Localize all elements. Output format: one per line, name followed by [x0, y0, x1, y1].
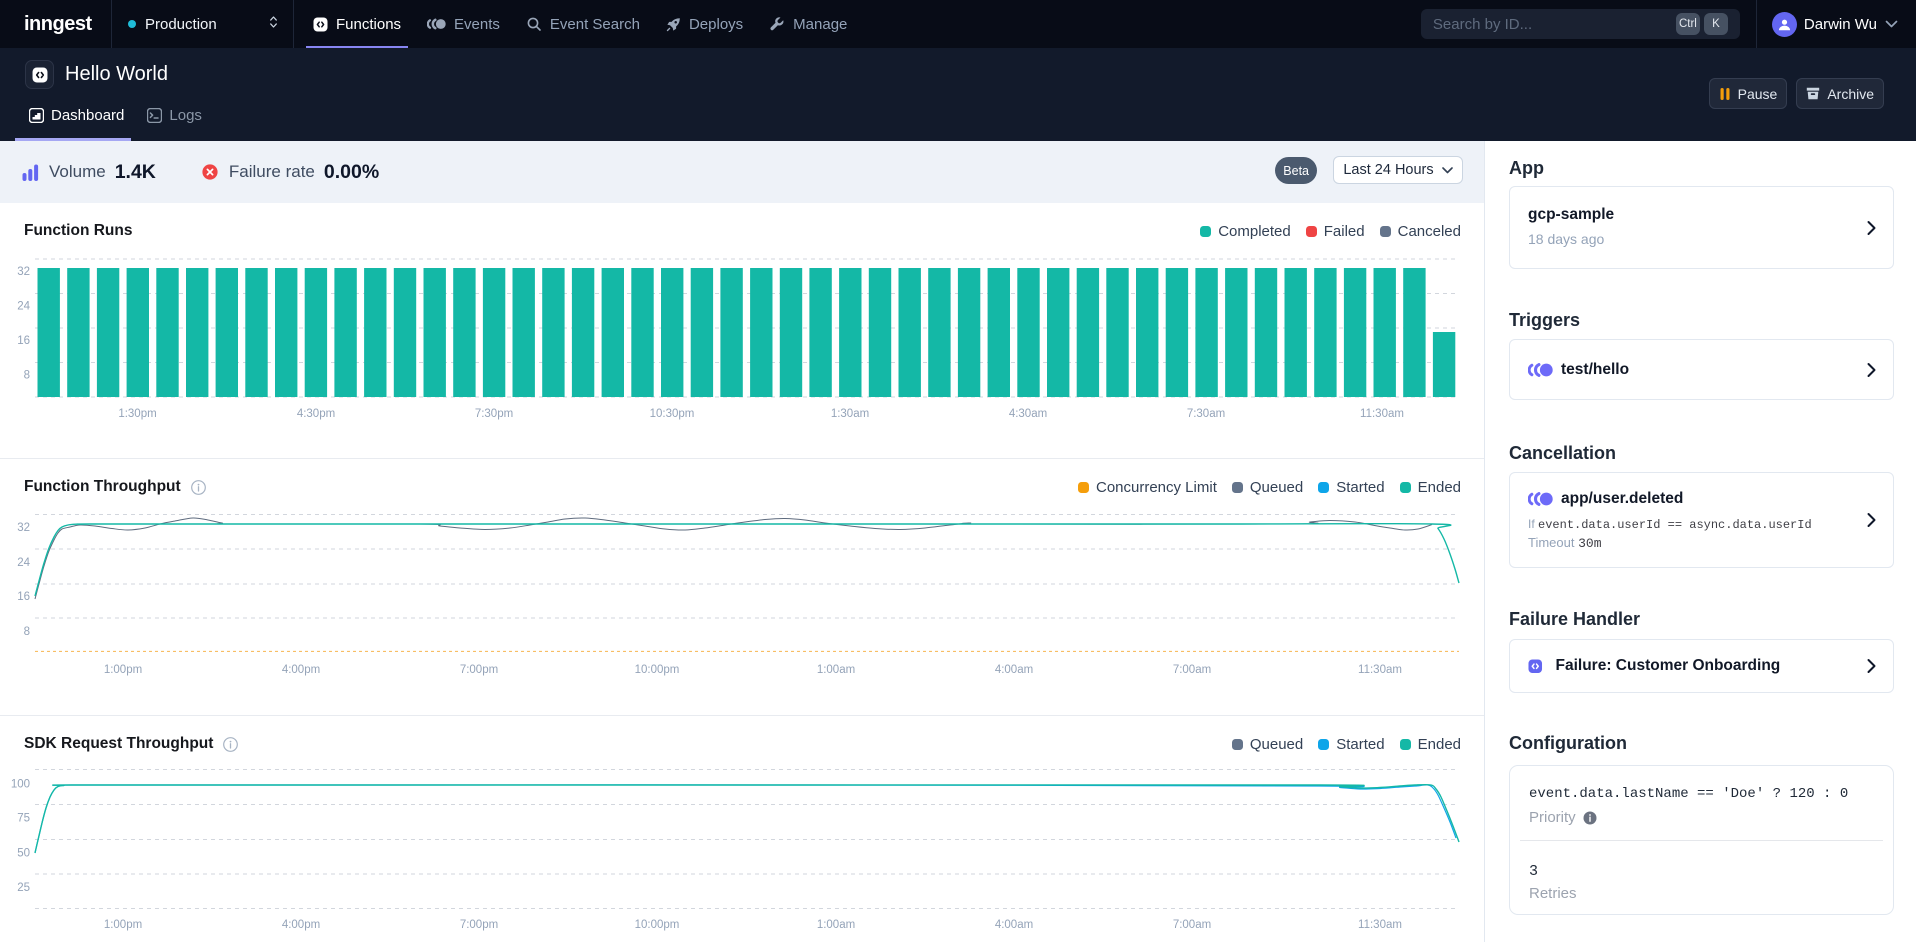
svg-text:10:00pm: 10:00pm — [635, 919, 680, 931]
svg-text:8: 8 — [24, 626, 30, 638]
svg-text:10:00pm: 10:00pm — [635, 664, 680, 676]
svg-text:7:00am: 7:00am — [1173, 919, 1211, 931]
svg-text:8: 8 — [24, 370, 30, 382]
svg-text:32: 32 — [17, 522, 30, 534]
svg-text:4:00pm: 4:00pm — [282, 919, 320, 931]
svg-text:7:30pm: 7:30pm — [475, 408, 513, 420]
svg-text:7:00pm: 7:00pm — [460, 919, 498, 931]
svg-text:11:30am: 11:30am — [1358, 919, 1402, 931]
svg-text:1:00pm: 1:00pm — [104, 664, 142, 676]
svg-text:1:30am: 1:30am — [831, 408, 869, 420]
svg-text:4:30am: 4:30am — [1009, 408, 1047, 420]
svg-text:24: 24 — [17, 557, 30, 569]
svg-text:16: 16 — [17, 591, 30, 603]
svg-text:4:00am: 4:00am — [995, 664, 1033, 676]
svg-text:7:00pm: 7:00pm — [460, 664, 498, 676]
svg-text:11:30am: 11:30am — [1358, 664, 1402, 676]
svg-text:4:30pm: 4:30pm — [297, 408, 335, 420]
svg-text:10:30pm: 10:30pm — [650, 408, 695, 420]
svg-text:1:30pm: 1:30pm — [118, 408, 156, 420]
svg-text:1:00am: 1:00am — [817, 919, 855, 931]
svg-text:100: 100 — [11, 779, 30, 791]
svg-text:25: 25 — [17, 882, 30, 894]
svg-text:11:30am: 11:30am — [1360, 408, 1404, 420]
svg-text:50: 50 — [17, 848, 30, 860]
svg-text:7:30am: 7:30am — [1187, 408, 1225, 420]
svg-text:1:00pm: 1:00pm — [104, 919, 142, 931]
svg-text:32: 32 — [17, 266, 30, 278]
svg-text:4:00am: 4:00am — [995, 919, 1033, 931]
svg-text:4:00pm: 4:00pm — [282, 664, 320, 676]
svg-text:16: 16 — [17, 335, 30, 347]
svg-text:75: 75 — [17, 813, 30, 825]
svg-text:24: 24 — [17, 301, 30, 313]
svg-text:7:00am: 7:00am — [1173, 664, 1211, 676]
svg-text:1:00am: 1:00am — [817, 664, 855, 676]
